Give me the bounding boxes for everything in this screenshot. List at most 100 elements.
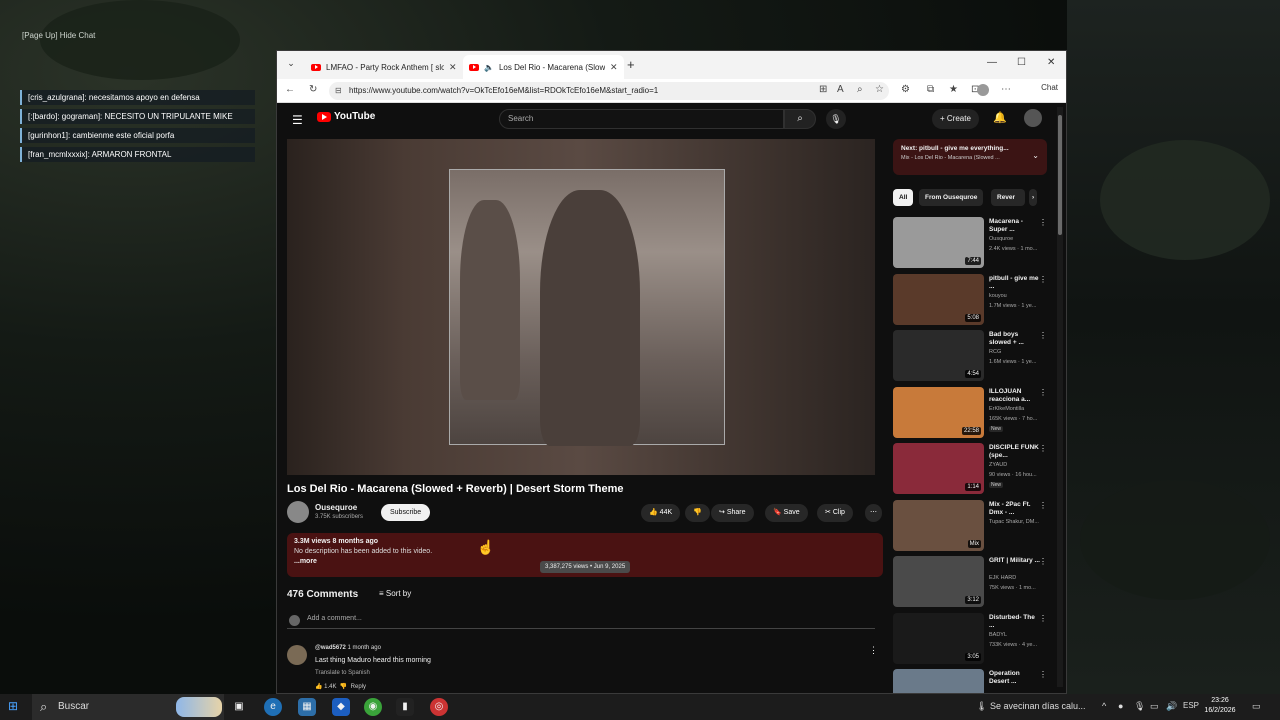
copilot-chat-button[interactable]: Chat <box>1041 83 1058 92</box>
create-button[interactable]: + Create <box>932 109 979 129</box>
mic-tray-icon[interactable]: 🎙 <box>1134 701 1145 712</box>
comment-dislike-icon[interactable]: 👎 <box>340 684 347 690</box>
video-thumbnail[interactable]: 1:14 <box>893 443 984 494</box>
url-field[interactable]: https://www.youtube.com/watch?v=OkTcEfo1… <box>329 82 889 100</box>
refresh-icon[interactable]: ↻ <box>309 84 317 95</box>
translate-icon[interactable]: A <box>837 84 844 95</box>
video-thumbnail[interactable]: 3:05 <box>893 612 984 664</box>
save-button[interactable]: 🔖 Save <box>765 504 808 522</box>
task-view-icon[interactable]: ▣ <box>230 698 248 716</box>
game-app-icon[interactable]: ▮ <box>396 698 414 716</box>
notifications-bell-icon[interactable]: 🔔 <box>993 111 1007 124</box>
recommendation-menu-icon[interactable]: ⋮ <box>1039 275 1047 284</box>
recommendation-item[interactable]: 3:05 Disturbed- The ... BADYL 733K views · … <box>893 612 1055 666</box>
chip-all[interactable]: All <box>893 189 914 206</box>
recommendation-menu-icon[interactable]: ⋮ <box>1039 501 1047 510</box>
translate-link[interactable]: Translate to Spanish <box>315 670 370 676</box>
minimize-icon[interactable]: — <box>987 57 997 68</box>
youtube-logo[interactable]: YouTube <box>317 111 375 122</box>
record-app-icon[interactable]: ◎ <box>430 698 448 716</box>
dislike-button[interactable]: 👎 <box>685 504 710 522</box>
maximize-icon[interactable]: ☐ <box>1017 57 1026 68</box>
recommendation-item[interactable]: Mix Mix - 2Pac Ft. Dmx - ... Tupac Shakur,… <box>893 499 1055 553</box>
like-button[interactable]: 👍 44K <box>641 504 681 522</box>
video-thumbnail[interactable]: 3:12 <box>893 556 984 607</box>
more-actions-button[interactable]: ⋯ <box>865 504 882 522</box>
menu-icon[interactable]: ☰ <box>292 113 303 127</box>
chip-related[interactable]: Rever <box>991 189 1025 206</box>
comment-like-icon[interactable]: 👍 <box>315 684 322 690</box>
video-thumbnail[interactable]: 22:58 <box>893 386 984 438</box>
language-indicator[interactable]: ESP <box>1183 701 1199 710</box>
tab-lmfao[interactable]: LMFAO - Party Rock Anthem [ slow ✕ <box>305 55 463 79</box>
close-tab-icon[interactable]: ✕ <box>610 62 618 73</box>
recommendation-menu-icon[interactable]: ⋮ <box>1039 218 1047 227</box>
clip-button[interactable]: ✂ Clip <box>817 504 853 522</box>
xbox-icon[interactable]: ◉ <box>364 698 382 716</box>
recommendation-item[interactable]: 1:14 DISCIPLE FUNK (spe... ZYAUD 90 views ·… <box>893 443 1055 496</box>
video-thumbnail[interactable]: 4:54 <box>893 330 984 381</box>
comment-menu-icon[interactable]: ⋮ <box>869 645 878 656</box>
read-aloud-icon[interactable]: ⊞ <box>819 84 827 95</box>
split-screen-icon[interactable]: ⧉ <box>927 84 934 95</box>
channel-name[interactable]: Ousequroe <box>315 503 357 512</box>
search-input[interactable]: Search <box>499 109 784 129</box>
app-icon[interactable]: ◆ <box>332 698 350 716</box>
share-button[interactable]: ↪ Share <box>711 504 754 522</box>
taskbar-search[interactable]: Buscar <box>32 694 224 720</box>
video-thumbnail[interactable] <box>893 669 984 693</box>
recommendation-item[interactable]: 5:08 pitbull - give me ... kouyou 1.7M view… <box>893 273 1055 327</box>
network-icon[interactable]: ▭ <box>1150 701 1159 712</box>
edge-icon[interactable]: e <box>264 698 282 716</box>
recommendation-item[interactable]: 3:12 GRIT | Military ... EJK HARD 75K views… <box>893 556 1055 609</box>
recommendation-item[interactable]: 4:54 Bad boys slowed + ... RCG 1.6M views ·… <box>893 330 1055 383</box>
recommendation-item[interactable]: 7:44 Macarena - Super ... Ousquroe 2.4K vie… <box>893 217 1055 270</box>
video-thumbnail[interactable]: 5:08 <box>893 273 984 325</box>
clock[interactable]: 23:26 16/2/2026 <box>1200 696 1240 716</box>
sort-by-button[interactable]: ≡ Sort by <box>379 589 411 598</box>
tab-macarena[interactable]: 🔈 Los Del Rio - Macarena (Slowe ✕ <box>463 55 624 79</box>
account-avatar[interactable] <box>1024 109 1042 127</box>
notifications-icon[interactable]: ▭ <box>1252 701 1261 712</box>
volume-icon[interactable]: 🔊 <box>1166 701 1177 712</box>
more-options-icon[interactable]: ⋯ <box>1001 84 1011 95</box>
tab-actions-chevron-icon[interactable]: ⌄ <box>283 58 299 72</box>
favorites-icon[interactable]: ★ <box>949 84 958 95</box>
chip-from-channel[interactable]: From Ousequroe <box>919 189 984 206</box>
reply-button[interactable]: Reply <box>351 684 366 690</box>
extensions-icon[interactable]: ⚙ <box>901 84 910 95</box>
chevron-right-icon[interactable]: › <box>1029 189 1038 206</box>
close-tab-icon[interactable]: ✕ <box>449 62 457 73</box>
tray-app-icon[interactable]: ● <box>1118 701 1123 711</box>
recommendation-menu-icon[interactable]: ⋮ <box>1039 331 1047 340</box>
commenter-avatar[interactable] <box>287 645 307 665</box>
subscribe-button[interactable]: Subscribe <box>381 504 431 521</box>
recommendation-item[interactable]: Operation Desert ... ⋮ <box>893 669 1055 693</box>
zoom-icon[interactable]: ⌕ <box>857 84 863 95</box>
close-window-icon[interactable]: ✕ <box>1047 57 1055 68</box>
recommendation-menu-icon[interactable]: ⋮ <box>1039 557 1047 566</box>
comment-user[interactable]: @wad5672 <box>315 645 346 651</box>
recommendation-menu-icon[interactable]: ⋮ <box>1039 388 1047 397</box>
new-tab-icon[interactable]: + <box>627 57 635 72</box>
scrollbar[interactable] <box>1057 107 1063 687</box>
back-icon[interactable]: ← <box>285 84 295 95</box>
recommendation-menu-icon[interactable]: ⋮ <box>1039 614 1047 623</box>
news-widget[interactable]: Se avecinan días calu... <box>990 701 1086 711</box>
favorite-star-icon[interactable]: ☆ <box>875 84 884 95</box>
video-thumbnail[interactable]: 7:44 <box>893 217 984 268</box>
recommendation-item[interactable]: 22:58 ILLOJUAN reacciona a... ErKlkeMontil… <box>893 386 1055 440</box>
recommendation-menu-icon[interactable]: ⋮ <box>1039 670 1047 679</box>
add-comment-input[interactable]: Add a comment... <box>287 615 875 629</box>
recommendation-menu-icon[interactable]: ⋮ <box>1039 444 1047 453</box>
video-thumbnail[interactable]: Mix <box>893 499 984 551</box>
store-icon[interactable]: ▦ <box>298 698 316 716</box>
up-next-panel[interactable]: Next: pitbull - give me everything... Mi… <box>893 139 1047 175</box>
chevron-down-icon[interactable]: ⌄ <box>1032 151 1039 160</box>
profile-icon[interactable] <box>977 84 989 96</box>
video-player[interactable] <box>287 139 875 475</box>
windows-start-icon[interactable]: ⊞ <box>8 699 18 713</box>
microphone-icon[interactable]: 🎙 <box>826 109 846 129</box>
channel-avatar[interactable] <box>287 501 309 523</box>
tray-chevron-icon[interactable]: ^ <box>1102 701 1106 711</box>
